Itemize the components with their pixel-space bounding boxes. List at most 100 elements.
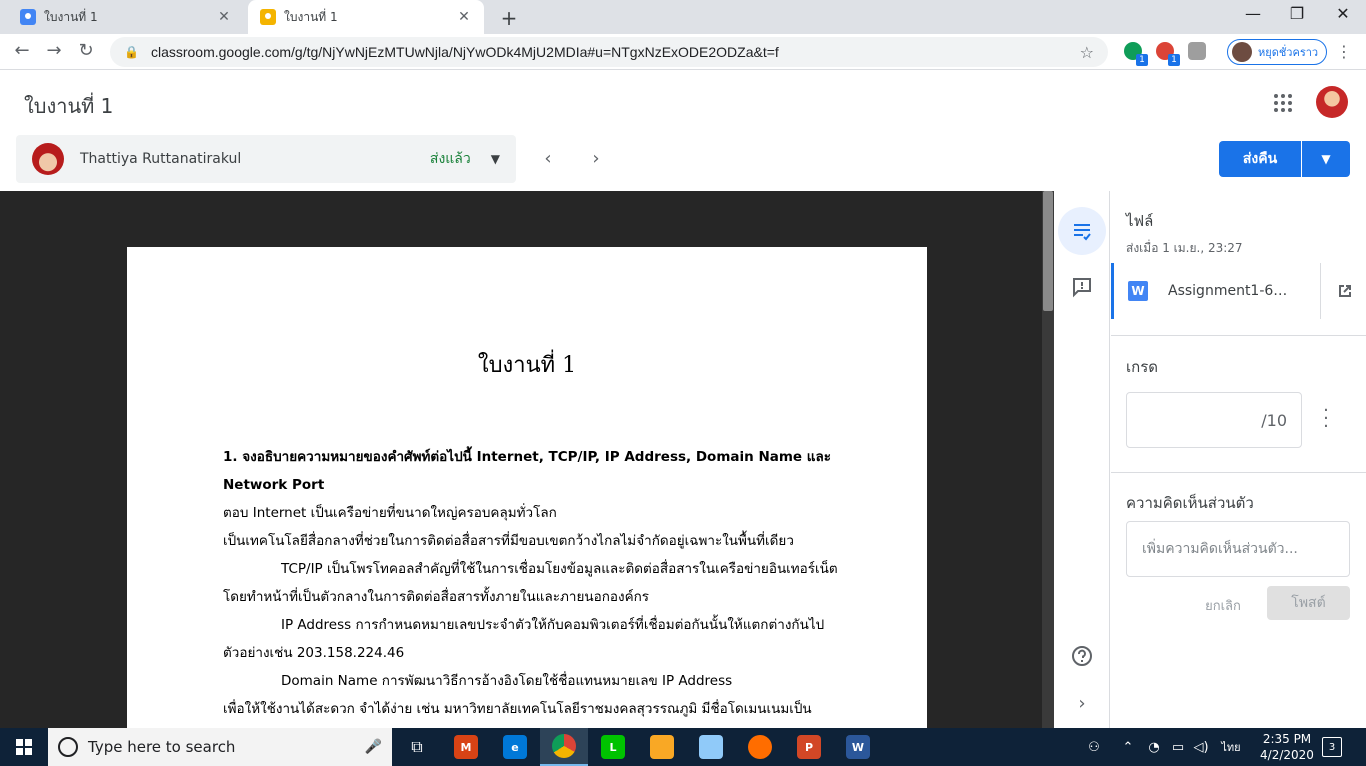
network-icon[interactable]: ◔ — [1144, 728, 1164, 766]
document-line: 1. จงอธิบายความหมายของคำศัพท์ต่อไปนี้ In… — [223, 449, 831, 465]
previous-student-icon[interactable]: ‹ — [538, 148, 558, 169]
student-selector[interactable]: Thattiya Ruttanatirakul ส่งแล้ว ▼ — [16, 135, 516, 183]
student-avatar — [32, 143, 64, 175]
task-view-button[interactable]: ⧉ — [393, 728, 441, 766]
windows-taskbar: Type here to search 🎤 ⧉ M e L P W ⚇ ⌃ ◔ … — [0, 728, 1366, 766]
show-hidden-icons-icon[interactable]: ⌃ — [1118, 728, 1138, 766]
attachment-item[interactable]: W Assignment1-601234... — [1111, 263, 1366, 319]
taskbar-app[interactable]: P — [785, 728, 833, 766]
taskbar-app[interactable]: W — [834, 728, 882, 766]
reload-icon[interactable]: ↻ — [74, 40, 98, 61]
clock-time: 2:35 PM — [1262, 732, 1312, 746]
search-placeholder: Type here to search — [88, 738, 236, 756]
restore-icon[interactable]: ❐ — [1282, 4, 1312, 23]
grade-input[interactable]: /10 — [1126, 392, 1302, 448]
taskbar-app[interactable]: L — [589, 728, 637, 766]
volume-icon[interactable]: ◁) — [1190, 728, 1212, 766]
taskbar-search[interactable]: Type here to search 🎤 — [48, 728, 392, 766]
app-icon: M — [454, 735, 478, 759]
document-line: TCP/IP เป็นโพรโทคอลสำคัญที่ใช้ในการเชื่อ… — [281, 561, 838, 577]
taskbar-app[interactable] — [638, 728, 686, 766]
cortana-icon — [58, 737, 78, 757]
document-line: IP Address การกำหนดหมายเลขประจำตัวให้กับ… — [281, 617, 825, 633]
account-avatar[interactable] — [1316, 86, 1348, 118]
address-bar[interactable]: 🔒 classroom.google.com/g/tg/NjYwNjEzMTUw… — [110, 37, 1108, 67]
lock-icon: 🔒 — [124, 45, 139, 59]
next-student-icon[interactable]: › — [586, 148, 606, 169]
extension-icon[interactable]: 1 — [1124, 42, 1148, 66]
task-view-icon: ⧉ — [411, 737, 423, 756]
cancel-button[interactable]: ยกเลิก — [1187, 590, 1259, 620]
powerpoint-icon: P — [797, 735, 821, 759]
classroom-favicon-icon — [260, 9, 276, 25]
help-button[interactable] — [1058, 632, 1106, 680]
grade-options-icon[interactable]: · · · — [1319, 402, 1333, 436]
comments-tab-button[interactable] — [1058, 263, 1106, 311]
taskbar-app[interactable] — [736, 728, 784, 766]
open-in-new-button[interactable] — [1320, 263, 1366, 319]
browser-tab-active[interactable]: ใบงานที่ 1 ✕ — [248, 0, 484, 34]
document-line: Network Port — [223, 477, 325, 493]
student-name: Thattiya Ruttanatirakul — [80, 151, 242, 167]
taskbar-app[interactable] — [687, 728, 735, 766]
divider — [1111, 472, 1366, 473]
back-icon[interactable]: ← — [10, 40, 34, 61]
expand-panel-button[interactable]: › — [1058, 679, 1106, 727]
extension-icon[interactable]: 1 — [1156, 42, 1180, 66]
chevron-down-icon: ▼ — [1321, 152, 1331, 166]
battery-icon[interactable]: ▭ — [1168, 728, 1188, 766]
profile-label: หยุดชั่วคราว — [1258, 46, 1319, 59]
minimize-icon[interactable]: — — [1238, 4, 1268, 23]
word-icon: W — [846, 735, 870, 759]
app-icon — [699, 735, 723, 759]
profile-avatar — [1232, 42, 1252, 62]
windows-logo-icon — [16, 739, 32, 755]
start-button[interactable] — [0, 728, 48, 766]
open-in-new-icon — [1338, 285, 1351, 297]
side-rail: › — [1054, 191, 1110, 728]
taskbar-app-active[interactable] — [540, 728, 588, 766]
tab-title: ใบงานที่ 1 — [44, 9, 98, 24]
google-apps-icon[interactable] — [1274, 94, 1292, 112]
clock-date: 4/2/2020 — [1260, 748, 1314, 762]
url-text: classroom.google.com/g/tg/NjYwNjEzMTUwNj… — [150, 44, 779, 60]
grading-panel: ไฟล์ ส่งเมื่อ 1 เม.ย., 23:27 W Assignmen… — [1111, 191, 1366, 728]
forward-icon[interactable]: → — [42, 40, 66, 61]
browser-menu-icon[interactable]: ⋮ — [1336, 42, 1352, 61]
input-language[interactable]: ไทย — [1216, 728, 1246, 766]
people-icon[interactable]: ⚇ — [1082, 728, 1106, 766]
taskbar-app[interactable]: e — [491, 728, 539, 766]
browser-profile-button[interactable]: หยุดชั่วคราว — [1227, 39, 1327, 65]
dropdown-arrow-icon: ▼ — [490, 152, 500, 166]
feedback-icon — [1073, 278, 1091, 298]
files-tab-button[interactable] — [1058, 207, 1106, 255]
document-page: ใบงานที่ 1 1. จงอธิบายความหมายของคำศัพท์… — [127, 247, 927, 728]
microphone-icon[interactable]: 🎤 — [365, 739, 382, 755]
scrollbar-thumb[interactable] — [1043, 191, 1053, 311]
return-options-dropdown[interactable]: ▼ — [1302, 141, 1350, 177]
browser-tab[interactable]: ใบงานที่ 1 ✕ — [8, 0, 244, 34]
browser-toolbar: ← → ↻ 🔒 classroom.google.com/g/tg/NjYwNj… — [0, 34, 1366, 70]
extension-badge: 1 — [1136, 54, 1148, 66]
notification-center-icon[interactable]: 3 — [1322, 737, 1342, 757]
post-button[interactable]: โพสต์ — [1267, 586, 1350, 620]
file-explorer-icon — [650, 735, 674, 759]
return-button[interactable]: ส่งคืน — [1219, 141, 1301, 177]
private-comment-input[interactable]: เพิ่มความคิดเห็นส่วนตัว... — [1126, 521, 1350, 577]
new-tab-icon[interactable]: + — [498, 6, 520, 30]
close-tab-icon[interactable]: ✕ — [456, 9, 472, 25]
browser-tab-strip: ใบงานที่ 1 ✕ ใบงานที่ 1 ✕ + — ❐ ✕ — [0, 0, 1366, 34]
document-viewer[interactable]: ใบงานที่ 1 1. จงอธิบายความหมายของคำศัพท์… — [0, 191, 1054, 728]
close-window-icon[interactable]: ✕ — [1328, 4, 1358, 23]
bookmark-star-icon[interactable]: ☆ — [1080, 43, 1094, 62]
document-line: Domain Name การพัฒนาวิธีการอ้างอิงโดยใช้… — [281, 673, 733, 689]
submission-status: ส่งแล้ว — [429, 151, 471, 167]
viewer-scrollbar[interactable] — [1042, 191, 1054, 728]
system-clock[interactable]: 2:35 PM 4/2/2020 — [1258, 731, 1316, 763]
close-tab-icon[interactable]: ✕ — [216, 9, 232, 25]
edge-icon: e — [503, 735, 527, 759]
document-line: ตอบ Internet เป็นเครือข่ายที่ขนาดใหญ่ครอ… — [223, 505, 557, 521]
taskbar-app[interactable]: M — [442, 728, 490, 766]
grade-max: /10 — [1261, 410, 1287, 430]
extensions-puzzle-icon[interactable] — [1188, 42, 1206, 60]
